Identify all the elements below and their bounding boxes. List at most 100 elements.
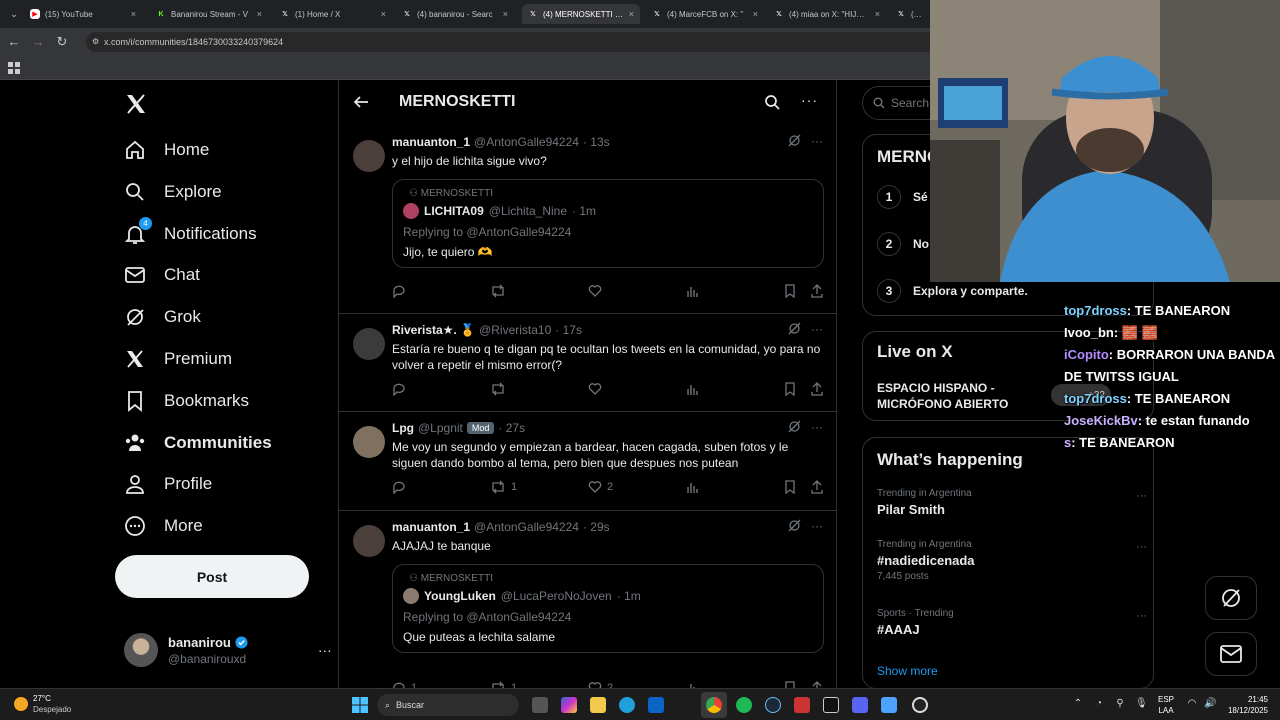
nav-item-notifications[interactable]: 4 Notifications (124, 216, 257, 248)
account-more-icon[interactable]: ··· (318, 642, 332, 658)
live-space-title[interactable]: ESPACIO HISPANO - MICRÓFONO ABIERTO (877, 380, 1027, 412)
taskbar-search[interactable]: ⌕ Buscar (377, 694, 519, 716)
copilot-icon[interactable] (561, 697, 577, 713)
speaker-icon[interactable]: 🔊 (1204, 698, 1216, 710)
browser-tab[interactable]: 𝕏 (4) miaa on X: "HIJO C × (768, 4, 886, 24)
browser-tab[interactable]: ▶ (15) YouTube × (24, 4, 142, 24)
avatar[interactable] (353, 140, 385, 172)
grok-fab[interactable] (1205, 576, 1257, 620)
reload-icon[interactable]: ↻ (54, 34, 70, 50)
like-button[interactable]: 2 (588, 480, 628, 494)
close-tab-icon[interactable]: × (131, 9, 136, 19)
feed-more-icon[interactable]: ··· (801, 92, 818, 108)
share-icon[interactable] (810, 284, 824, 298)
edge-icon[interactable] (619, 697, 635, 713)
post-button[interactable]: Post (115, 555, 309, 598)
nav-item-premium[interactable]: Premium (124, 345, 232, 373)
chrome-icon[interactable] (701, 692, 727, 718)
wifi-icon[interactable]: ◠ (1186, 698, 1198, 710)
bookmark-icon[interactable] (784, 681, 796, 688)
tray-network-icon[interactable]: ⚲ (1114, 698, 1126, 710)
browser-tab[interactable]: 𝕏 (4) bananirou - Searc × (396, 4, 514, 24)
reply-button[interactable] (392, 480, 432, 494)
quoted-post[interactable]: ⚇ MERNOSKETTI YoungLuken @LucaPeroNoJoven ·… (392, 564, 824, 653)
nav-item-explore[interactable]: Explore (124, 178, 222, 206)
views-button[interactable] (686, 681, 726, 688)
nav-item-chat[interactable]: Chat (124, 261, 200, 289)
trend-item[interactable]: Trending in Argentina Pilar Smith ··· (877, 488, 1147, 517)
discord-icon[interactable] (852, 697, 868, 713)
share-icon[interactable] (810, 382, 824, 396)
like-button[interactable]: 2 (588, 681, 628, 688)
close-tab-icon[interactable]: × (503, 9, 508, 19)
site-info-icon[interactable]: ⚙ (92, 32, 99, 52)
close-tab-icon[interactable]: × (753, 9, 758, 19)
rule-item[interactable]: 2 No (877, 232, 929, 256)
author-name[interactable]: manuanton_1 (392, 135, 470, 149)
browser-tab[interactable]: 𝕏 (1) Home / X × (274, 4, 392, 24)
photos-icon[interactable] (881, 697, 897, 713)
steam-icon[interactable] (765, 697, 781, 713)
start-button[interactable] (352, 697, 368, 713)
trend-more-icon[interactable]: ··· (1136, 610, 1147, 622)
trend-more-icon[interactable]: ··· (1136, 541, 1147, 553)
repost-button[interactable]: 1 (490, 681, 530, 688)
post-time[interactable]: · 13s (583, 135, 610, 149)
trend-more-icon[interactable]: ··· (1136, 490, 1147, 502)
avatar[interactable] (353, 328, 385, 360)
spotify-icon[interactable] (736, 697, 752, 713)
rule-item[interactable]: 3 Explora y comparte. (877, 279, 1028, 303)
capcut-icon[interactable] (823, 697, 839, 713)
author-handle[interactable]: @Lpgnit (418, 421, 463, 435)
trend-item[interactable]: Sports · Trending #AAAJ ··· (877, 608, 1147, 637)
bookmark-icon[interactable] (784, 284, 796, 298)
views-button[interactable] (686, 480, 726, 494)
post[interactable]: ··· manuanton_1 @AntonGalle94224 · 29s AJAJA… (339, 511, 836, 688)
obs-icon[interactable] (912, 697, 928, 713)
recording-app-icon[interactable] (794, 697, 810, 713)
outlook-icon[interactable] (648, 697, 664, 713)
post[interactable]: ··· Riverista★. 🏅 @Riverista10 · 17s Estaría… (339, 314, 836, 412)
browser-tab[interactable]: 𝕏 (4) tut (890, 4, 930, 24)
author-handle[interactable]: @AntonGalle94224 (474, 520, 579, 534)
post-time[interactable]: · 29s (583, 520, 610, 534)
repost-button[interactable] (490, 382, 530, 396)
views-button[interactable] (686, 284, 726, 298)
messages-fab[interactable] (1205, 632, 1257, 676)
nav-item-grok[interactable]: Grok (124, 303, 201, 331)
avatar[interactable] (353, 426, 385, 458)
repost-button[interactable] (490, 284, 530, 298)
apps-grid-icon[interactable] (8, 62, 20, 74)
browser-tab[interactable]: K Bananirou Stream - V × (150, 4, 268, 24)
like-button[interactable] (588, 382, 628, 396)
url-field[interactable]: ⚙ x.com/i/communities/1846730033240379624 (86, 32, 946, 52)
tray-mic-icon[interactable]: 🎙 (1135, 698, 1148, 710)
browser-tab[interactable]: 𝕏 (4) MarceFCB on X: " × (646, 4, 764, 24)
bookmark-icon[interactable] (784, 382, 796, 396)
reply-button[interactable]: 1 (392, 681, 432, 688)
post-time[interactable]: · 17s (555, 323, 582, 337)
repost-button[interactable]: 1 (490, 480, 530, 494)
share-icon[interactable] (810, 480, 824, 494)
author-handle[interactable]: @Riverista10 (479, 323, 551, 337)
nav-item-profile[interactable]: Profile (124, 470, 212, 498)
quoted-post[interactable]: ⚇ MERNOSKETTI LICHITA09 @Lichita_Nine · 1m R… (392, 179, 824, 268)
close-tab-icon[interactable]: × (381, 9, 386, 19)
trend-item[interactable]: Trending in Argentina #nadiedicenada 7,445… (877, 539, 1147, 582)
close-tab-icon[interactable]: × (257, 9, 262, 19)
x-logo-icon[interactable] (124, 92, 150, 118)
nav-item-communities[interactable]: Communities (124, 429, 272, 457)
tray-chevron-icon[interactable]: ⌃ (1072, 698, 1084, 710)
author-name[interactable]: Lpg (392, 421, 414, 435)
author-handle[interactable]: @AntonGalle94224 (474, 135, 579, 149)
reply-button[interactable] (392, 382, 432, 396)
nav-item-more[interactable]: More (124, 512, 203, 540)
show-more-link[interactable]: Show more (877, 664, 938, 678)
share-icon[interactable] (810, 681, 824, 688)
forward-icon[interactable]: → (30, 34, 46, 50)
post[interactable]: ··· Lpg @Lpgnit Mod · 27s Me voy un segundo y… (339, 412, 836, 511)
bookmark-icon[interactable] (784, 480, 796, 494)
weather-icon[interactable] (14, 697, 28, 711)
post-time[interactable]: · 27s (498, 421, 525, 435)
author-name[interactable]: Riverista★. 🏅 (392, 323, 475, 337)
